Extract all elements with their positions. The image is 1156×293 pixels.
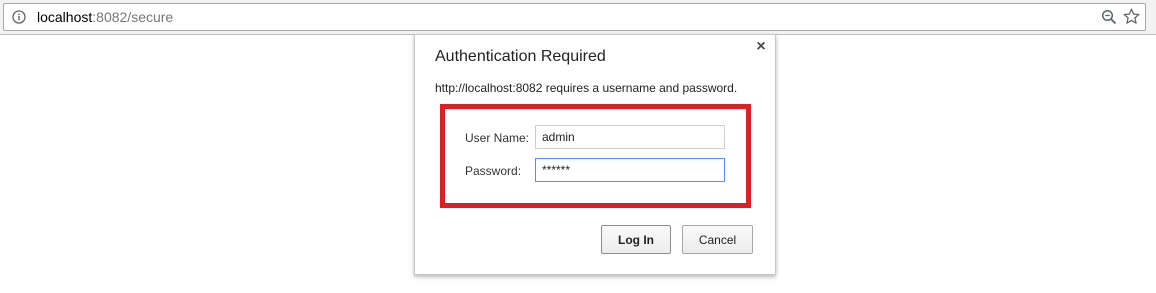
star-icon[interactable]	[1123, 8, 1140, 25]
url-host: localhost	[37, 9, 93, 25]
password-label: Password:	[465, 164, 522, 178]
browser-toolbar: localhost:8082/secure	[0, 0, 1156, 35]
address-bar[interactable]: localhost:8082/secure	[3, 3, 1146, 31]
password-field[interactable]	[535, 158, 725, 182]
username-label: User Name:	[465, 131, 530, 145]
cancel-button[interactable]: Cancel	[682, 225, 753, 254]
auth-dialog: × Authentication Required http://localho…	[414, 34, 776, 275]
dialog-title: Authentication Required	[435, 48, 606, 65]
credentials-highlight	[440, 104, 751, 208]
username-field[interactable]	[535, 125, 725, 149]
address-bar-url[interactable]: localhost:8082/secure	[37, 4, 173, 30]
url-path: :8082/secure	[92, 9, 174, 25]
zoom-icon[interactable]	[1101, 9, 1117, 25]
dialog-message: http://localhost:8082 requires a usernam…	[435, 81, 738, 95]
info-icon[interactable]	[12, 10, 26, 24]
login-button[interactable]: Log In	[601, 225, 671, 254]
close-icon[interactable]: ×	[754, 39, 768, 55]
